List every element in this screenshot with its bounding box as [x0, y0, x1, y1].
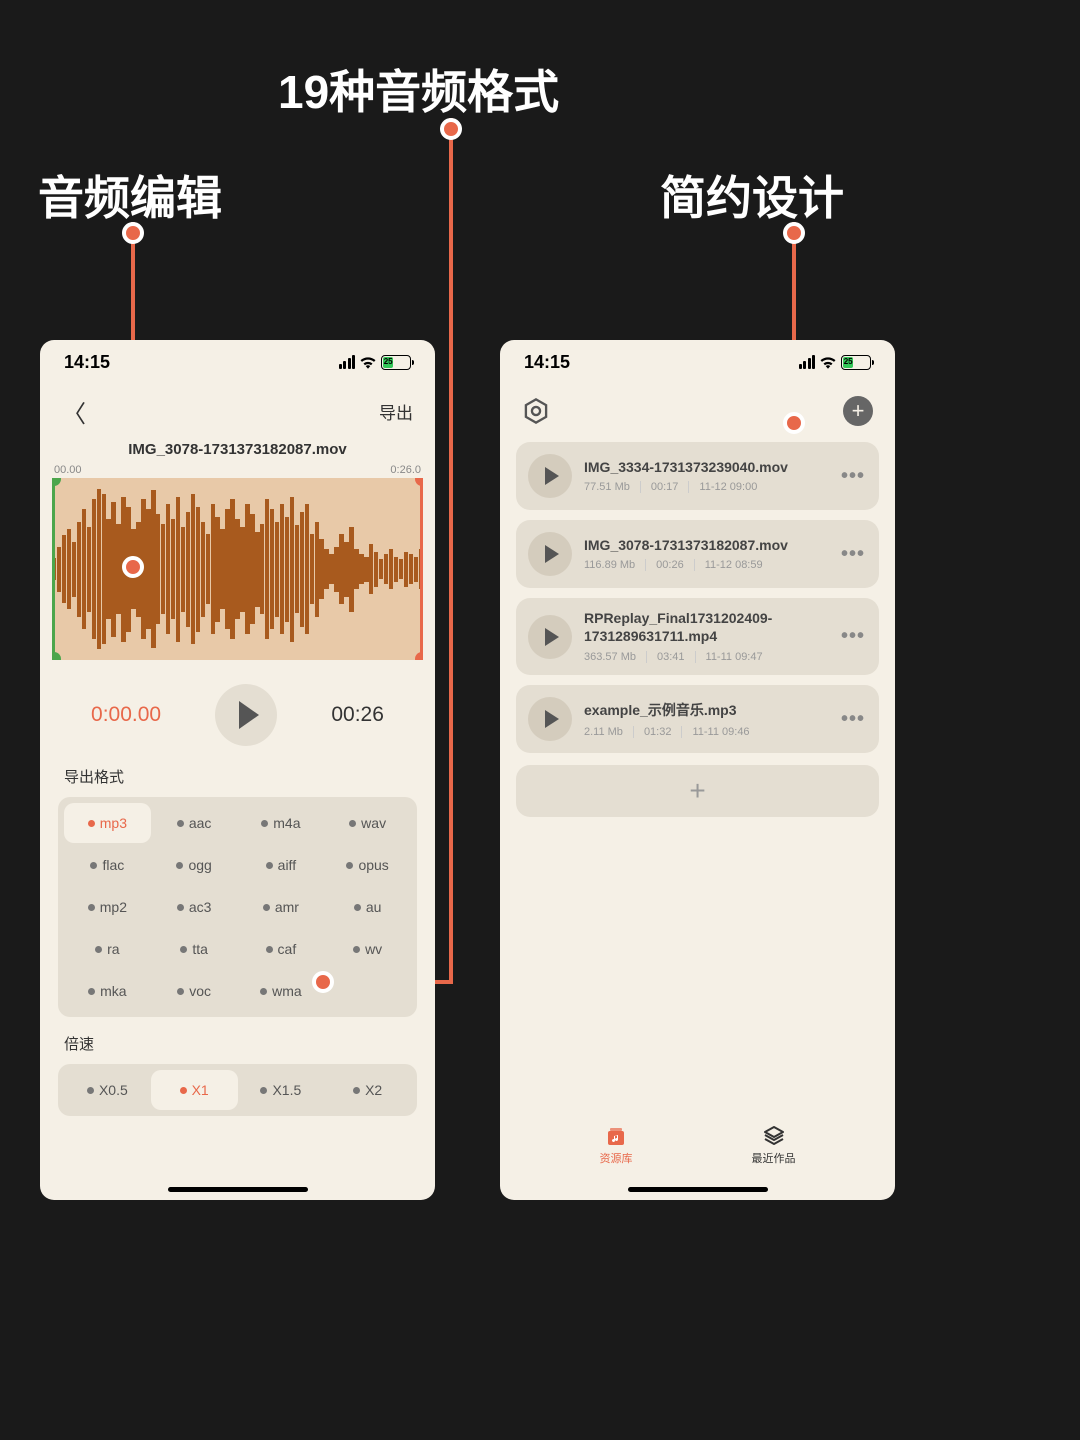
- settings-icon[interactable]: [522, 397, 550, 425]
- battery-icon: 25: [841, 355, 871, 370]
- file-title: IMG_3078-1731373182087.mov: [584, 537, 841, 553]
- trim-handle-right[interactable]: [420, 478, 423, 660]
- play-button[interactable]: [215, 684, 277, 746]
- connector-left-dot2: [122, 556, 144, 578]
- connector-top-dot1: [440, 118, 462, 140]
- connector-top-dot2: [312, 971, 334, 993]
- format-chip-ac3[interactable]: ac3: [151, 887, 238, 927]
- time-total: 00:26: [331, 703, 384, 727]
- file-meta: 77.51 Mb00:1711-12 09:00: [584, 481, 841, 493]
- file-play-button[interactable]: [528, 532, 572, 576]
- format-chip-wv[interactable]: wv: [324, 929, 411, 969]
- file-more-button[interactable]: •••: [841, 708, 865, 731]
- file-play-button[interactable]: [528, 697, 572, 741]
- format-chip-voc[interactable]: voc: [151, 971, 238, 1011]
- format-chip-au[interactable]: au: [324, 887, 411, 927]
- status-bar: 14:15 25: [40, 340, 435, 384]
- library-screen: 14:15 25 + IMG_3334-1731373239040.mov 77.…: [500, 340, 895, 1200]
- back-button[interactable]: 〈: [62, 394, 86, 429]
- file-title: IMG_3334-1731373239040.mov: [584, 459, 841, 475]
- add-button[interactable]: +: [843, 396, 873, 426]
- format-chip-aac[interactable]: aac: [151, 803, 238, 843]
- format-chip-wma[interactable]: wma: [238, 971, 325, 1011]
- file-card[interactable]: IMG_3078-1731373182087.mov 116.89 Mb00:26…: [516, 520, 879, 588]
- status-time: 14:15: [524, 352, 570, 373]
- file-card[interactable]: IMG_3334-1731373239040.mov 77.51 Mb00:171…: [516, 442, 879, 510]
- wf-end-time: 0:26.0: [390, 464, 421, 476]
- battery-icon: 25: [381, 355, 411, 370]
- home-indicator: [168, 1187, 308, 1192]
- file-more-button[interactable]: •••: [841, 465, 865, 488]
- format-chip-m4a[interactable]: m4a: [238, 803, 325, 843]
- file-card[interactable]: example_示例音乐.mp3 2.11 Mb01:3211-11 09:46•…: [516, 685, 879, 753]
- format-chip-caf[interactable]: caf: [238, 929, 325, 969]
- status-time: 14:15: [64, 352, 110, 373]
- format-grid: mp3aacm4awav flacoggaiffopus mp2ac3amrau ra…: [58, 797, 417, 1017]
- connector-right-dot1: [783, 222, 805, 244]
- format-chip-amr[interactable]: amr: [238, 887, 325, 927]
- home-indicator: [628, 1187, 768, 1192]
- export-button[interactable]: 导出: [379, 399, 413, 424]
- file-play-button[interactable]: [528, 615, 572, 659]
- speed-chip-X1.5[interactable]: X1.5: [238, 1070, 325, 1110]
- add-file-button[interactable]: +: [516, 765, 879, 817]
- editor-screen: 14:15 25 〈 导出 IMG_3078-1731373182087.mov…: [40, 340, 435, 1200]
- file-title: RPReplay_Final1731202409-1731289631711.m…: [584, 610, 841, 645]
- connector-left-dot1: [122, 222, 144, 244]
- callout-left: 音频编辑: [38, 162, 222, 228]
- file-card[interactable]: RPReplay_Final1731202409-1731289631711.m…: [516, 598, 879, 675]
- trim-handle-left[interactable]: [52, 478, 55, 660]
- format-section-label: 导出格式: [40, 760, 435, 797]
- format-chip-flac[interactable]: flac: [64, 845, 151, 885]
- format-chip-ra[interactable]: ra: [64, 929, 151, 969]
- editor-filename: IMG_3078-1731373182087.mov: [40, 431, 435, 464]
- format-chip-mka[interactable]: mka: [64, 971, 151, 1011]
- tab-recent[interactable]: 最近作品: [752, 1124, 796, 1166]
- file-meta: 363.57 Mb03:4111-11 09:47: [584, 651, 841, 663]
- format-chip-aiff[interactable]: aiff: [238, 845, 325, 885]
- file-more-button[interactable]: •••: [841, 625, 865, 648]
- signal-icon: [339, 355, 356, 369]
- file-play-button[interactable]: [528, 454, 572, 498]
- format-chip-opus[interactable]: opus: [324, 845, 411, 885]
- wifi-icon: [359, 355, 377, 369]
- format-chip-mp2[interactable]: mp2: [64, 887, 151, 927]
- speed-chip-X1[interactable]: X1: [151, 1070, 238, 1110]
- waveform[interactable]: 00.00 0:26.0: [52, 464, 423, 662]
- file-meta: 116.89 Mb00:2611-12 08:59: [584, 559, 841, 571]
- status-bar: 14:15 25: [500, 340, 895, 384]
- wifi-icon: [819, 355, 837, 369]
- wf-start-time: 00.00: [54, 464, 82, 476]
- speed-chip-X2[interactable]: X2: [324, 1070, 411, 1110]
- tab-library[interactable]: 资源库: [600, 1124, 633, 1166]
- connector-right-dot2: [783, 412, 805, 434]
- format-chip-mp3[interactable]: mp3: [64, 803, 151, 843]
- format-chip-wav[interactable]: wav: [324, 803, 411, 843]
- speed-section-label: 倍速: [40, 1027, 435, 1064]
- connector-top-vert: [449, 118, 453, 984]
- speed-row: X0.5X1X1.5X2: [58, 1064, 417, 1116]
- speed-chip-X0.5[interactable]: X0.5: [64, 1070, 151, 1110]
- callout-top: 19种音频格式: [278, 56, 559, 122]
- callout-right: 简约设计: [660, 162, 844, 228]
- format-chip-ogg[interactable]: ogg: [151, 845, 238, 885]
- signal-icon: [799, 355, 816, 369]
- file-meta: 2.11 Mb01:3211-11 09:46: [584, 726, 841, 738]
- file-list: IMG_3334-1731373239040.mov 77.51 Mb00:171…: [500, 442, 895, 753]
- file-more-button[interactable]: •••: [841, 543, 865, 566]
- file-title: example_示例音乐.mp3: [584, 700, 841, 720]
- format-chip-tta[interactable]: tta: [151, 929, 238, 969]
- time-current: 0:00.00: [91, 703, 161, 727]
